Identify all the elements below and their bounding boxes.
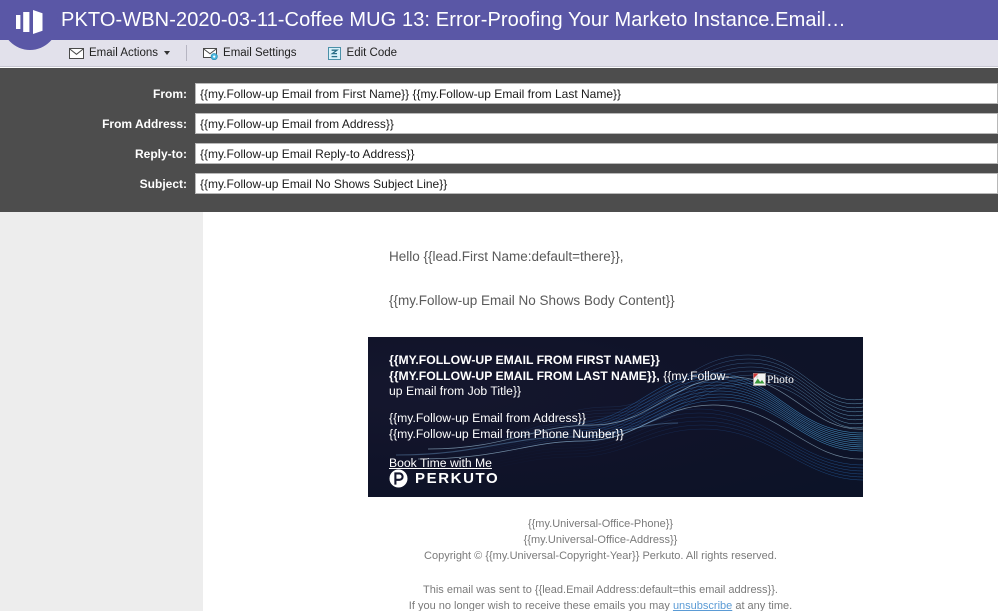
subject-label: Subject: [139,176,187,191]
from-address-input[interactable] [195,113,998,134]
footer-sent-to: This email was sent to {{lead.Email Addr… [423,583,778,596]
edit-code-button[interactable]: Edit Code [320,40,405,66]
signature-contact-block: {{my.Follow-up Email from Address}} {{my… [389,411,734,443]
signature-name-bold: {{MY.FOLLOW-UP EMAIL FROM FIRST NAME}} {… [389,353,660,383]
footer-office-phone: {{my.Universal-Office-Phone}} [527,518,674,530]
broken-image-icon [753,373,766,386]
left-gutter-panel [0,212,203,611]
marketo-logo-icon [15,10,45,34]
email-actions-label: Email Actions [89,47,159,59]
envelope-gear-icon [203,47,218,60]
toolbar-divider [186,45,188,61]
signature-text-block: {{MY.FOLLOW-UP EMAIL FROM FIRST NAME}} {… [368,337,863,472]
unsubscribe-prefix: If you no longer wish to receive these e… [408,599,673,611]
page-title: PKTO-WBN-2020-03-11-Coffee MUG 13: Error… [61,8,846,31]
reply-to-input[interactable] [195,143,998,164]
from-label: From: [153,86,187,101]
photo-alt-text: Photo [767,373,794,386]
perkuto-mark-icon [389,469,408,488]
marketo-email-editor-window: PKTO-WBN-2020-03-11-Coffee MUG 13: Error… [0,0,998,611]
from-input[interactable] [195,83,998,104]
meta-row-from: From: [0,83,998,104]
meta-row-from-address: From Address: [0,113,998,134]
window-title-bar: PKTO-WBN-2020-03-11-Coffee MUG 13: Error… [0,0,998,40]
email-settings-label: Email Settings [223,47,297,59]
footer-unsubscribe-line: If you no longer wish to receive these e… [203,599,998,611]
email-footer: {{my.Universal-Office-Phone}} {{my.Unive… [203,517,998,611]
unsubscribe-link[interactable]: unsubscribe [673,600,732,611]
from-address-label: From Address: [102,116,187,131]
footer-office-address: {{my.Universal-Office-Address}} [523,533,678,546]
reply-to-label: Reply-to: [135,146,187,161]
code-window-icon [327,46,342,60]
book-time-link[interactable]: Book Time with Me [389,456,492,470]
meta-row-reply-to: Reply-to: [0,143,998,164]
edit-code-label: Edit Code [346,47,398,59]
email-meta-panel: From: From Address: Reply-to: Subject: [0,68,998,212]
subject-input[interactable] [195,173,998,194]
footer-copyright: Copyright © {{my.Universal-Copyright-Yea… [424,549,777,562]
chevron-down-icon [164,51,171,55]
editor-toolbar: Email Actions Email Settings Edit Code [0,40,998,67]
email-preview-canvas[interactable]: Hello {{lead.First Name:default=there}},… [203,212,998,611]
email-actions-button[interactable]: Email Actions [62,40,177,66]
unsubscribe-suffix: at any time. [732,599,793,611]
email-body-token: {{my.Follow-up Email No Shows Body Conte… [389,292,675,308]
signature-address: {{my.Follow-up Email from Address}} [389,410,586,425]
email-signature-banner[interactable]: {{MY.FOLLOW-UP EMAIL FROM FIRST NAME}} {… [368,337,863,497]
photo-placeholder[interactable]: Photo [753,373,794,386]
signature-phone: {{my.Follow-up Email from Phone Number}} [389,426,624,441]
perkuto-wordmark: PERKUTO [415,470,500,487]
email-greeting: Hello {{lead.First Name:default=there}}, [389,249,624,264]
perkuto-logo: PERKUTO [389,469,499,488]
envelope-icon [69,47,84,60]
meta-row-subject: Subject: [0,173,998,194]
signature-name-line: {{MY.FOLLOW-UP EMAIL FROM FIRST NAME}} {… [389,353,734,400]
email-settings-button[interactable]: Email Settings [196,40,304,66]
